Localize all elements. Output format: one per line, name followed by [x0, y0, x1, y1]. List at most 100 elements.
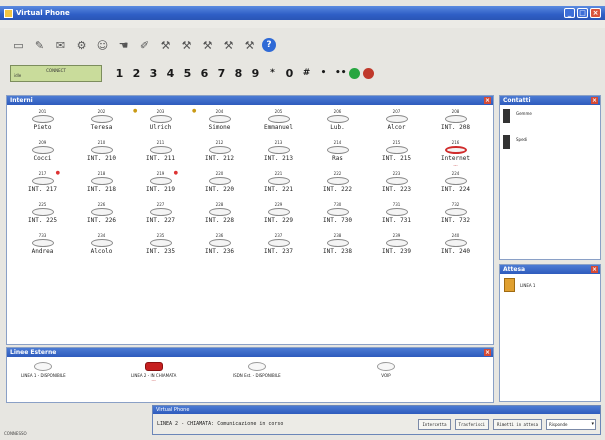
action-select[interactable]: Risponde ▾: [546, 418, 596, 430]
contact-item[interactable]: Spedi: [503, 135, 600, 149]
external-line[interactable]: LINEA 2 - IN CHIAMATA ---: [131, 362, 176, 383]
extension-item[interactable]: 240 INT. 240: [426, 232, 485, 263]
phone-icon: [90, 115, 113, 123]
extension-item[interactable]: 223 INT. 223: [367, 170, 426, 201]
extension-item[interactable]: 215 INT. 215: [367, 139, 426, 170]
tool-icon[interactable]: ⚒: [220, 37, 237, 54]
dial-key[interactable]: ••: [335, 68, 347, 78]
pencil-icon[interactable]: ✐: [136, 37, 153, 54]
extension-item[interactable]: 207 Alcor: [367, 108, 426, 139]
extension-item[interactable]: ● 219 INT. 219: [131, 170, 190, 201]
extension-item[interactable]: 205 Emmanuel: [249, 108, 308, 139]
extension-item[interactable]: 221 INT. 221: [249, 170, 308, 201]
close-button[interactable]: ×: [590, 8, 601, 18]
edit-icon[interactable]: ✎: [31, 37, 48, 54]
dial-key[interactable]: 6: [199, 67, 210, 80]
panel-close-button[interactable]: ×: [591, 266, 598, 273]
extension-item[interactable]: 209 Cocci: [13, 139, 72, 170]
panel-close-button[interactable]: ×: [484, 349, 491, 356]
extension-item[interactable]: 212 INT. 212: [190, 139, 249, 170]
panel-close-button[interactable]: ×: [484, 97, 491, 104]
extension-item[interactable]: 730 INT. 730: [308, 201, 367, 232]
dial-key[interactable]: 9: [250, 67, 261, 80]
extension-item[interactable]: ● 203 Ulrich: [131, 108, 190, 139]
settings-icon[interactable]: ⚙: [73, 37, 90, 54]
new-doc-icon[interactable]: ▭: [10, 37, 27, 54]
extension-name: Internet: [441, 155, 470, 162]
extension-item[interactable]: 228 INT. 228: [190, 201, 249, 232]
extension-item[interactable]: 210 INT. 210: [72, 139, 131, 170]
dial-key[interactable]: #: [301, 68, 312, 78]
extension-number: 202: [97, 109, 106, 114]
dial-key[interactable]: 8: [233, 67, 244, 80]
hangup-button[interactable]: [363, 67, 374, 79]
tool-icon[interactable]: ⚒: [199, 37, 216, 54]
extension-item[interactable]: 235 INT. 235: [131, 232, 190, 263]
extension-item[interactable]: 733 Andrea: [13, 232, 72, 263]
extension-item[interactable]: 238 INT. 238: [308, 232, 367, 263]
extension-item[interactable]: 237 INT. 237: [249, 232, 308, 263]
phone-icon: [247, 362, 266, 371]
contact-item[interactable]: Gemme: [503, 109, 600, 123]
dial-key[interactable]: 2: [131, 67, 142, 80]
extension-item[interactable]: 222 INT. 222: [308, 170, 367, 201]
extension-call-info: ---: [453, 163, 458, 168]
tool-icon[interactable]: ⚒: [157, 37, 174, 54]
dial-key[interactable]: 7: [216, 67, 227, 80]
tool-icon[interactable]: ⚒: [178, 37, 195, 54]
maximize-button[interactable]: □: [577, 8, 588, 18]
extension-item[interactable]: 229 INT. 229: [249, 201, 308, 232]
dial-key[interactable]: 4: [165, 67, 176, 80]
phone-icon: [385, 239, 408, 247]
external-line[interactable]: LINEA 1 - DISPONIBILE: [21, 362, 66, 378]
extension-item[interactable]: 225 INT. 225: [13, 201, 72, 232]
extension-item[interactable]: 227 INT. 227: [131, 201, 190, 232]
tool-icon[interactable]: ⚒: [241, 37, 258, 54]
dial-key[interactable]: 1: [114, 67, 125, 80]
panel-close-button[interactable]: ×: [591, 97, 598, 104]
extension-item[interactable]: 224 INT. 224: [426, 170, 485, 201]
extension-item[interactable]: 216 Internet ---: [426, 139, 485, 170]
extension-item[interactable]: ● 217 INT. 217: [13, 170, 72, 201]
help-icon[interactable]: ?: [262, 38, 276, 52]
user-icon[interactable]: ☺: [94, 37, 111, 54]
queue-item[interactable]: LINEA 1: [504, 278, 600, 292]
phone-icon: [326, 208, 349, 216]
transfer-button[interactable]: Trasferisci: [454, 418, 490, 430]
dial-key[interactable]: 3: [148, 67, 159, 80]
intercept-button[interactable]: Intercetta: [418, 418, 451, 430]
dial-key[interactable]: 0: [284, 67, 295, 80]
dial-key[interactable]: •: [318, 68, 329, 78]
extension-item[interactable]: 226 INT. 226: [72, 201, 131, 232]
call-button[interactable]: [349, 67, 360, 79]
extension-item[interactable]: 206 Lub.: [308, 108, 367, 139]
extensions-panel: Interni × 201 Pieto 202 Teresa ● 203 Ulrich ● 20…: [6, 95, 494, 345]
extension-item[interactable]: 211 INT. 211: [131, 139, 190, 170]
extension-name: INT. 215: [382, 155, 411, 162]
extension-item[interactable]: 731 INT. 731: [367, 201, 426, 232]
external-line[interactable]: VOIP: [377, 362, 395, 378]
phone-icon: [267, 115, 290, 123]
extension-item[interactable]: 236 INT. 236: [190, 232, 249, 263]
extensions-panel-title: Interni: [10, 97, 33, 104]
hold-button[interactable]: Rimetti in attesa: [493, 418, 542, 430]
extension-item[interactable]: 239 INT. 239: [367, 232, 426, 263]
extension-item[interactable]: 214 Ras: [308, 139, 367, 170]
extension-item[interactable]: 202 Teresa: [72, 108, 131, 139]
phone-icon: [444, 115, 467, 123]
extension-item[interactable]: 732 INT. 732: [426, 201, 485, 232]
external-line[interactable]: ISDN Est. - DISPONIBILE: [233, 362, 281, 378]
extension-item[interactable]: 218 INT. 218: [72, 170, 131, 201]
mail-icon[interactable]: ✉: [52, 37, 69, 54]
extension-item[interactable]: 213 INT. 213: [249, 139, 308, 170]
dial-key[interactable]: *: [267, 68, 278, 78]
extension-item[interactable]: 234 Alcolo: [72, 232, 131, 263]
extension-item[interactable]: ● 204 Simone: [190, 108, 249, 139]
extension-name: Simone: [208, 124, 231, 131]
hand-icon[interactable]: ☚: [115, 37, 132, 54]
extension-item[interactable]: 201 Pieto: [13, 108, 72, 139]
dial-key[interactable]: 5: [182, 67, 193, 80]
minimize-button[interactable]: _: [564, 8, 575, 18]
extension-item[interactable]: 208 INT. 208: [426, 108, 485, 139]
extension-item[interactable]: 220 INT. 220: [190, 170, 249, 201]
